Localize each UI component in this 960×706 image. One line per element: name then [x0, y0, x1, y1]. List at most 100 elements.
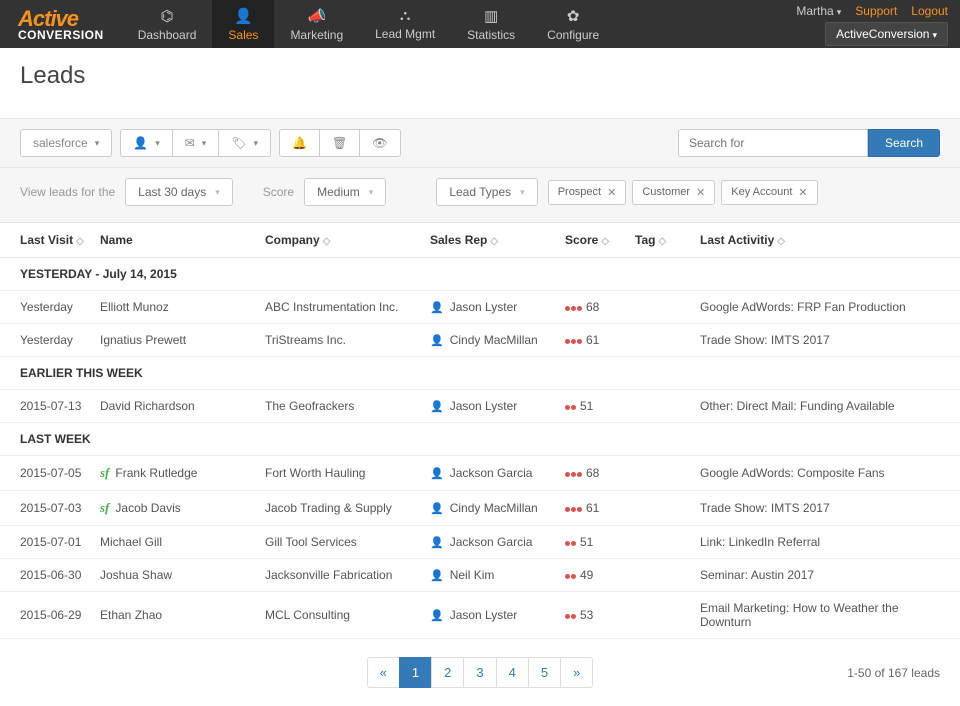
score-label: Score	[263, 185, 294, 199]
nav-icon: 📣	[307, 7, 326, 25]
sort-icon[interactable]: ◇	[777, 236, 785, 247]
user-icon: 👤	[430, 468, 444, 480]
table-row[interactable]: 2015-07-03sfJacob DavisJacob Trading & S…	[0, 491, 960, 526]
user-icon: 👤	[430, 401, 444, 413]
sort-icon[interactable]: ◇	[323, 236, 331, 247]
cell-visit: Yesterday	[20, 300, 100, 314]
logout-link[interactable]: Logout	[911, 4, 948, 18]
cell-name: Michael Gill	[100, 535, 265, 549]
group-header: EARLIER THIS WEEK	[0, 357, 960, 390]
filter-chip[interactable]: Customer ✕	[632, 180, 715, 205]
table-row[interactable]: 2015-06-30Joshua ShawJacksonville Fabric…	[0, 559, 960, 592]
cell-name: sfFrank Rutledge	[100, 465, 265, 481]
logo[interactable]: Active CONVERSION	[0, 0, 122, 48]
cell-rep: 👤Jackson Garcia	[430, 466, 565, 480]
sort-icon[interactable]: ◇	[658, 236, 666, 247]
page-1[interactable]: 1	[399, 657, 432, 688]
mail-action-button[interactable]: ✉▾	[172, 129, 220, 157]
search-input[interactable]	[678, 129, 868, 157]
score-dropdown[interactable]: Medium▾	[304, 178, 386, 206]
user-menu[interactable]: Martha▾	[796, 4, 841, 18]
workspace-dropdown[interactable]: ActiveConversion▾	[825, 22, 948, 46]
table-row[interactable]: 2015-07-05sfFrank RutledgeFort Worth Hau…	[0, 456, 960, 491]
crm-dropdown[interactable]: salesforce▾	[20, 129, 112, 157]
user-icon: 👤	[430, 503, 444, 515]
chip-label: Prospect	[558, 186, 601, 198]
close-icon[interactable]: ✕	[798, 186, 807, 199]
page-3[interactable]: 3	[463, 657, 496, 688]
salesforce-icon: sf	[100, 465, 109, 480]
nav-configure[interactable]: ✿Configure	[531, 0, 615, 48]
notify-button[interactable]: 🔔	[279, 129, 320, 157]
nav-dashboard[interactable]: ⌬Dashboard	[122, 0, 213, 48]
sort-icon[interactable]: ◇	[601, 236, 609, 247]
table-row[interactable]: YesterdayIgnatius PrewettTriStreams Inc.…	[0, 324, 960, 357]
user-icon: 👤	[430, 570, 444, 582]
user-action-button[interactable]: 👤▾	[120, 129, 172, 157]
cell-rep: 👤Jason Lyster	[430, 608, 565, 622]
cell-activity: Other: Direct Mail: Funding Available	[700, 399, 940, 413]
table-row[interactable]: YesterdayElliott MunozABC Instrumentatio…	[0, 291, 960, 324]
search-button[interactable]: Search	[868, 129, 940, 157]
nav-sales[interactable]: 👤 Sales	[212, 0, 274, 48]
sort-icon[interactable]: ◇	[490, 236, 498, 247]
leads-table: Last Visit◇ Name Company◇ Sales Rep◇ Sco…	[0, 223, 960, 639]
cell-name: sfJacob Davis	[100, 500, 265, 516]
cell-activity: Google AdWords: FRP Fan Production	[700, 300, 940, 314]
user-icon: 👤	[430, 537, 444, 549]
filters-bar: View leads for the Last 30 days▾ Score M…	[0, 168, 960, 223]
sort-icon[interactable]: ◇	[76, 236, 84, 247]
nav-marketing[interactable]: 📣 Marketing	[274, 0, 359, 48]
user-icon: 👤	[430, 610, 444, 622]
cell-company: MCL Consulting	[265, 608, 430, 622]
page-count: 1-50 of 167 leads	[847, 666, 940, 680]
close-icon[interactable]: ✕	[607, 186, 616, 199]
nav-icon: ⌬	[160, 7, 173, 25]
page-prev[interactable]: «	[367, 657, 400, 688]
nav-label: Marketing	[290, 28, 343, 42]
topbar: Active CONVERSION ⌬Dashboard 👤 Sales 📣 Marke…	[0, 0, 960, 48]
close-icon[interactable]: ✕	[696, 186, 705, 199]
toolbar: salesforce▾ 👤▾ ✉▾ 🏷▾ 🔔 🗑 👁 Search	[0, 118, 960, 168]
chip-label: Customer	[642, 186, 690, 198]
salesforce-icon: sf	[100, 500, 109, 515]
cell-rep: 👤Jason Lyster	[430, 300, 565, 314]
nav-lead-mgmt[interactable]: ⛬Lead Mgmt	[359, 0, 451, 48]
main-nav: ⌬Dashboard 👤 Sales 📣 Marketing ⛬Lead Mgmt▥Sta…	[122, 0, 616, 48]
date-range-dropdown[interactable]: Last 30 days▾	[125, 178, 233, 206]
chip-label: Key Account	[731, 186, 792, 198]
page-5[interactable]: 5	[528, 657, 561, 688]
cell-score: 61	[565, 333, 635, 347]
user-icon: 👤	[430, 302, 444, 314]
cell-activity: Trade Show: IMTS 2017	[700, 501, 940, 515]
table-row[interactable]: 2015-06-29Ethan ZhaoMCL Consulting👤Jason…	[0, 592, 960, 639]
cell-visit: 2015-07-13	[20, 399, 100, 413]
hide-button[interactable]: 👁	[359, 129, 400, 157]
page-next[interactable]: »	[560, 657, 593, 688]
page-4[interactable]: 4	[496, 657, 529, 688]
support-link[interactable]: Support	[855, 4, 897, 18]
delete-button[interactable]: 🗑	[319, 129, 360, 157]
cell-score: 49	[565, 568, 635, 582]
nav-icon: ✿	[567, 7, 580, 25]
nav-statistics[interactable]: ▥Statistics	[451, 0, 531, 48]
cell-visit: 2015-07-05	[20, 466, 100, 480]
cell-company: ABC Instrumentation Inc.	[265, 300, 430, 314]
table-row[interactable]: 2015-07-13David RichardsonThe Geofracker…	[0, 390, 960, 423]
cell-rep: 👤Cindy MacMillan	[430, 501, 565, 515]
tag-action-button[interactable]: 🏷▾	[218, 129, 271, 157]
cell-rep: 👤Neil Kim	[430, 568, 565, 582]
cell-visit: 2015-07-01	[20, 535, 100, 549]
filter-chip[interactable]: Key Account ✕	[721, 180, 817, 205]
cell-activity: Email Marketing: How to Weather the Down…	[700, 601, 940, 629]
cell-name: Ignatius Prewett	[100, 333, 265, 347]
nav-icon: ⛬	[400, 7, 411, 24]
cell-rep: 👤Jason Lyster	[430, 399, 565, 413]
filter-chip[interactable]: Prospect ✕	[548, 180, 627, 205]
page-2[interactable]: 2	[431, 657, 464, 688]
nav-label: Sales	[228, 28, 258, 42]
cell-company: Gill Tool Services	[265, 535, 430, 549]
nav-icon: 👤	[234, 7, 253, 25]
table-row[interactable]: 2015-07-01Michael GillGill Tool Services…	[0, 526, 960, 559]
lead-types-dropdown[interactable]: Lead Types▾	[436, 178, 537, 206]
